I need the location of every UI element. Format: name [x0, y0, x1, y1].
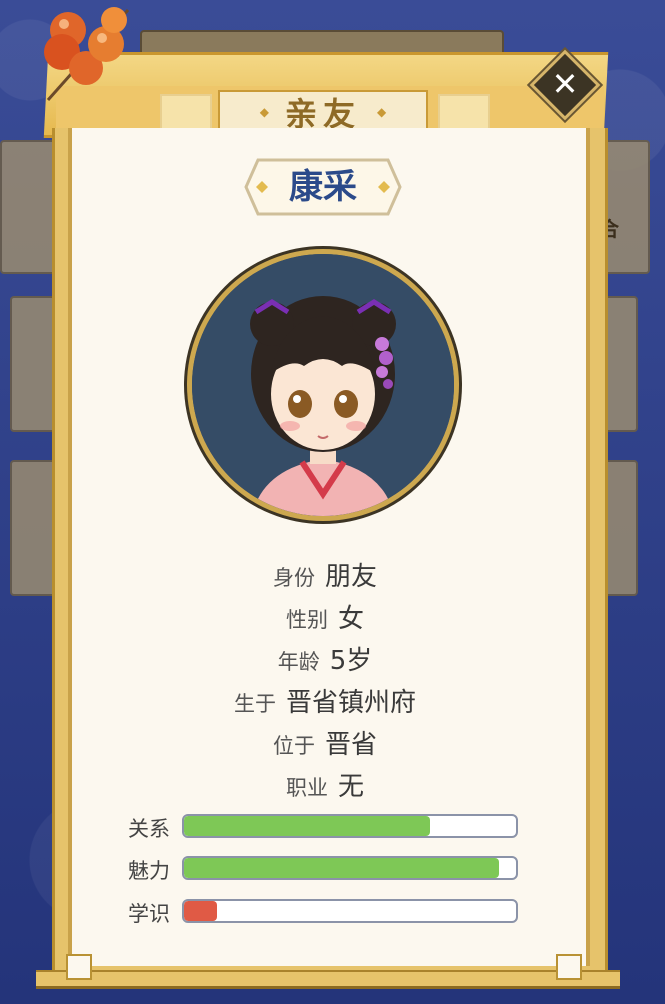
- info-label: 年龄: [277, 650, 320, 674]
- info-location: 位于 晋省: [68, 724, 582, 761]
- info-value: 无: [337, 772, 364, 802]
- stat-bar-fill: [184, 858, 500, 878]
- stat-bar-relationship: [182, 814, 518, 838]
- stat-label-knowledge: 学识: [128, 902, 170, 926]
- diamond-icon: ◆: [377, 105, 387, 119]
- header-ornament-left: [160, 94, 212, 130]
- info-birthplace: 生于 晋省镇州府: [68, 682, 582, 719]
- info-label: 位于: [272, 734, 315, 758]
- info-age: 年龄 5岁: [68, 640, 582, 677]
- stat-label-charm: 魅力: [128, 859, 170, 883]
- info-value: 晋省: [324, 730, 377, 760]
- stat-bar-fill: [184, 816, 430, 836]
- info-label: 性别: [285, 608, 328, 632]
- info-label: 生于: [233, 692, 276, 716]
- stat-bar-fill: [184, 901, 218, 921]
- info-value: 朋友: [324, 562, 377, 592]
- info-label: 职业: [285, 776, 328, 800]
- close-icon[interactable]: ✕: [540, 60, 590, 110]
- stat-label-relationship: 关系: [128, 817, 170, 841]
- stat-bar-charm: [182, 856, 518, 880]
- panel-corner-ornament: [66, 954, 92, 980]
- scroll-bottom-rod: [36, 970, 620, 989]
- girl-portrait-icon: [192, 254, 454, 516]
- info-gender: 性别女: [68, 598, 582, 635]
- avatar: [192, 254, 454, 516]
- panel-corner-ornament: [556, 954, 582, 980]
- info-value: 5岁: [329, 646, 373, 676]
- stat-bar-knowledge: [182, 899, 518, 923]
- info-occupation: 职业无: [68, 766, 582, 803]
- friend-name: 康采: [289, 167, 357, 207]
- header-ornament-right: [438, 94, 490, 130]
- background-card: [0, 140, 60, 274]
- diamond-icon: ◆: [259, 105, 269, 119]
- info-value: 晋省镇州府: [285, 688, 416, 718]
- info-label: 身份: [272, 566, 315, 590]
- info-value: 女: [337, 604, 364, 634]
- candied-hawthorn-icon: [44, 7, 130, 101]
- info-identity: 身份 朋友: [68, 556, 582, 593]
